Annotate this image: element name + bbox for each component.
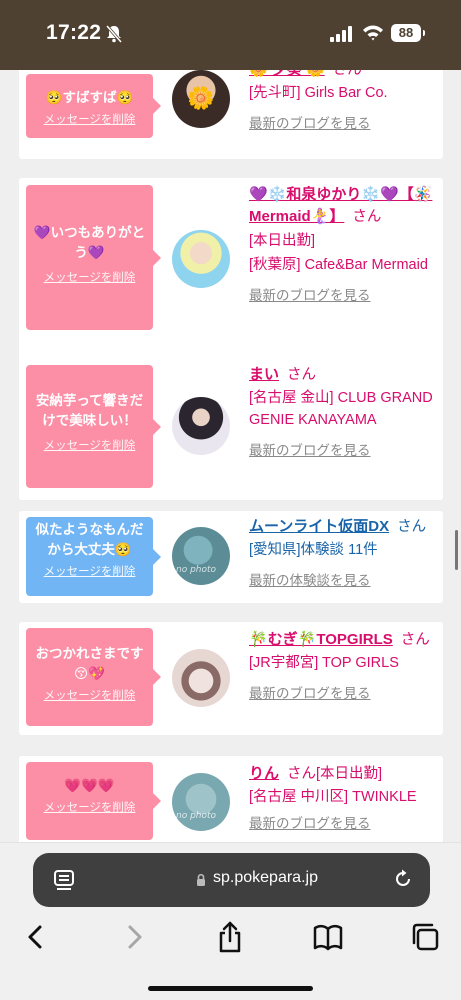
- url-text[interactable]: sp.pokepara.jp: [213, 869, 318, 887]
- user-name-link[interactable]: 🎋むぎ🎋TOPGIRLS: [249, 631, 393, 648]
- honorific: さん: [352, 209, 382, 225]
- avatar[interactable]: [172, 649, 230, 707]
- avatar-placeholder-label: no photo: [176, 811, 217, 821]
- user-info: りん さん[本日出勤] [名古屋 中川区] TWINKLE 最新のブログを見る: [249, 764, 441, 833]
- message-list: 🥺すばすば🥺 メッセージを削除 🌼 🌼 夕葵 🌼 さん [先斗町] Girls B…: [0, 70, 461, 842]
- list-item: 似たようなもんだから大丈夫🥺 メッセージを削除 no photo ムーンライト仮…: [19, 511, 443, 603]
- honorific: さん: [397, 519, 427, 535]
- avatar[interactable]: no photo: [172, 773, 230, 831]
- reload-icon[interactable]: [392, 868, 414, 890]
- message-text: 🥺すばすば🥺: [45, 90, 134, 106]
- wifi-icon: [363, 25, 383, 41]
- shop-info: [愛知県]体験談 11件: [249, 542, 378, 558]
- blog-link[interactable]: 最新のブログを見る: [249, 682, 371, 702]
- list-item: おつかれさまです😚💖 メッセージを削除 🎋むぎ🎋TOPGIRLS さん [JR宇都…: [19, 622, 443, 735]
- honorific: さん: [400, 632, 430, 648]
- user-name-link[interactable]: ムーンライト仮面DX: [249, 518, 389, 535]
- signal-icon: [330, 26, 352, 42]
- user-name-link[interactable]: 💜❄️和泉ゆかり❄️💜【🪅Mermaid🧜‍♀️】: [249, 186, 432, 225]
- blog-link[interactable]: 最新のブログを見る: [249, 439, 371, 459]
- honorific: さん: [287, 367, 317, 383]
- shop-info: [名古屋 中川区] TWINKLE: [249, 789, 417, 805]
- delete-message-link[interactable]: メッセージを削除: [44, 563, 136, 579]
- delete-message-link[interactable]: メッセージを削除: [44, 437, 136, 453]
- scrollbar[interactable]: [455, 530, 458, 570]
- avatar[interactable]: 🌼: [172, 70, 230, 128]
- message-text: 似たようなもんだから大丈夫🥺: [35, 522, 144, 558]
- address-bar[interactable]: sp.pokepara.jp: [33, 853, 430, 907]
- avatar[interactable]: [172, 230, 230, 288]
- battery-indicator: 88: [391, 24, 425, 42]
- blog-link[interactable]: 最新のブログを見る: [249, 812, 371, 832]
- list-item: 🥺すばすば🥺 メッセージを削除 🌼 🌼 夕葵 🌼 さん [先斗町] Girls B…: [19, 70, 443, 159]
- message-bubble: おつかれさまです😚💖 メッセージを削除: [26, 628, 161, 726]
- message-bubble: 🥺すばすば🥺 メッセージを削除: [26, 74, 161, 138]
- message-text: 安納芋って響きだけで美味しい！: [35, 393, 144, 429]
- shop-info: [本日出勤]: [249, 233, 316, 249]
- avatar-emoji: 🌼: [187, 86, 215, 112]
- shop-info: [先斗町] Girls Bar Co.: [249, 85, 388, 101]
- user-info: ムーンライト仮面DX さん [愛知県]体験談 11件 最新の体験談を見る: [249, 517, 441, 590]
- user-name-link[interactable]: 🌼 夕葵 🌼: [249, 70, 325, 78]
- user-info: 🎋むぎ🎋TOPGIRLS さん [JR宇都宮] TOP GIRLS 最新のブログを…: [249, 630, 441, 703]
- honorific: さん: [332, 70, 362, 78]
- experience-link[interactable]: 最新の体験談を見る: [249, 569, 371, 589]
- status-time: 17:22: [46, 21, 102, 44]
- message-bubble: 💜いつもありがとう💜 メッセージを削除: [26, 185, 161, 330]
- user-info: 🌼 夕葵 🌼 さん [先斗町] Girls Bar Co. 最新のブログを見る: [249, 70, 441, 133]
- user-name-link[interactable]: まい: [249, 366, 279, 383]
- delete-message-link[interactable]: メッセージを削除: [44, 799, 136, 815]
- user-info: 💜❄️和泉ゆかり❄️💜【🪅Mermaid🧜‍♀️】 さん [本日出勤] [秋葉原]…: [249, 184, 441, 305]
- browser-toolbar: sp.pokepara.jp: [0, 842, 461, 1000]
- lock-icon: [197, 873, 205, 886]
- delete-message-link[interactable]: メッセージを削除: [44, 111, 136, 127]
- user-info: まい さん [名古屋 金山] CLUB GRAND GENIE KANAYAMA …: [249, 365, 441, 460]
- message-text: 💗💗💗: [64, 778, 115, 794]
- avatar[interactable]: no photo: [172, 527, 230, 585]
- message-text: おつかれさまです😚💖: [35, 646, 144, 682]
- blog-link[interactable]: 最新のブログを見る: [249, 112, 371, 132]
- share-icon[interactable]: [213, 921, 247, 953]
- message-bubble: 安納芋って響きだけで美味しい！ メッセージを削除: [26, 365, 161, 488]
- list-item: 💗💗💗 メッセージを削除 no photo りん さん[本日出勤] [名古屋 中川…: [19, 756, 443, 842]
- message-bubble: 💗💗💗 メッセージを削除: [26, 762, 161, 840]
- status-bar: 17:22 88: [0, 0, 461, 70]
- chevron-left-icon[interactable]: [20, 921, 54, 953]
- bell-slash-icon: [105, 25, 123, 43]
- book-icon[interactable]: [311, 921, 345, 953]
- delete-message-link[interactable]: メッセージを削除: [44, 687, 136, 703]
- user-name-link[interactable]: りん: [249, 765, 279, 782]
- home-indicator[interactable]: [148, 986, 313, 991]
- delete-message-link[interactable]: メッセージを削除: [44, 269, 136, 285]
- page-menu-icon[interactable]: [53, 869, 75, 891]
- status-tag: [本日出勤]: [316, 766, 383, 782]
- avatar-placeholder-label: no photo: [176, 565, 217, 575]
- blog-link[interactable]: 最新のブログを見る: [249, 284, 371, 304]
- shop-info: [名古屋 金山] CLUB GRAND GENIE KANAYAMA: [249, 390, 433, 428]
- shop-info: [JR宇都宮] TOP GIRLS: [249, 655, 399, 671]
- avatar[interactable]: [172, 397, 230, 455]
- honorific: さん: [287, 766, 317, 782]
- chevron-right-icon[interactable]: [118, 921, 152, 953]
- message-text: 💜いつもありがとう💜: [33, 225, 146, 261]
- list-item: 安納芋って響きだけで美味しい！ メッセージを削除 まい さん [名古屋 金山] C…: [19, 357, 443, 500]
- message-bubble: 似たようなもんだから大丈夫🥺 メッセージを削除: [26, 517, 161, 596]
- tabs-icon[interactable]: [408, 921, 442, 953]
- shop-info: [秋葉原] Cafe&Bar Mermaid: [249, 257, 428, 273]
